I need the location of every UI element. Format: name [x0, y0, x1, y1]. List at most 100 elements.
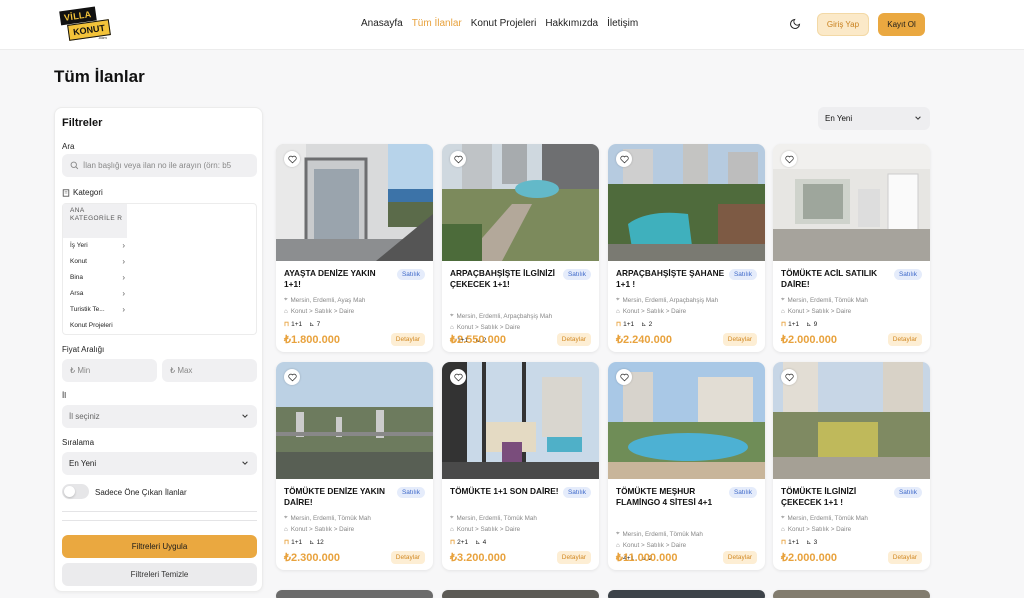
listing-card[interactable]: TÖMÜKTE MEŞHUR FLAMİNGO 4 SİTESİ 4+1 Sat… [608, 362, 765, 570]
listing-card[interactable] [773, 590, 930, 598]
listing-card[interactable]: AYAŞTA DENİZE YAKIN 1+1! Satılık ⌖ Mersin… [276, 144, 433, 352]
sorting-select[interactable]: En Yeni [62, 452, 257, 475]
listing-location: ⌖ Mersin, Erdemli, Tömük Mah [781, 296, 868, 304]
main-nav: Anasayfa Tüm İlanlar Konut Projeleri Hak… [361, 18, 638, 29]
listing-title[interactable]: TÖMÜKTE ACİL SATILIK DAİRE! [781, 268, 891, 290]
details-button[interactable]: Detaylar [556, 551, 591, 564]
room-count: ⊓ 1+1 [781, 320, 799, 328]
chevron-down-icon [242, 461, 248, 465]
floor-count-value: 4 [482, 539, 487, 546]
heart-icon[interactable] [284, 151, 300, 167]
listing-title[interactable]: ARPAÇBAHŞİŞTE İLGİNİZİ ÇEKECEK 1+1! [450, 268, 560, 290]
listing-title[interactable]: TÖMÜKTE 1+1 SON DAİRE! [450, 486, 560, 497]
stairs-icon: ⊾ [309, 321, 315, 328]
status-badge: Satılık [396, 487, 425, 498]
nav-about[interactable]: Hakkımızda [545, 18, 598, 29]
room-count: ⊓ 1+1 [616, 320, 634, 328]
login-button[interactable]: Giriş Yap [817, 13, 869, 36]
details-button[interactable]: Detaylar [887, 551, 922, 564]
listing-card[interactable]: ARPAÇBAHŞİŞTE İLGİNİZİ ÇEKECEK 1+1! Satı… [442, 144, 599, 352]
details-button[interactable]: Detaylar [722, 333, 757, 346]
listing-location: ⌖ Mersin, Erdemli, Arpaçbahşiş Mah [450, 312, 552, 320]
details-button[interactable]: Detaylar [722, 551, 757, 564]
listing-card[interactable]: TÖMÜKTE İLGİNİZİ ÇEKECEK 1+1 ! Satılık ⌖… [773, 362, 930, 570]
nav-home[interactable]: Anasayfa [361, 18, 403, 29]
listing-title[interactable]: TÖMÜKTE DENİZE YAKIN DAİRE! [284, 486, 394, 508]
category-item-land[interactable]: Arsa › [70, 289, 125, 298]
listing-card[interactable] [276, 590, 433, 598]
floor-count: ⊾ 9 [806, 320, 817, 328]
category-item-label: Konut Projeleri [70, 322, 113, 329]
sorting-label: Sıralama [62, 438, 95, 447]
listing-title[interactable]: ARPAÇBAHŞİŞTE ŞAHANE 1+1 ! [616, 268, 726, 290]
heart-icon[interactable] [781, 369, 797, 385]
featured-toggle[interactable] [62, 484, 89, 499]
heart-icon[interactable] [450, 151, 466, 167]
room-count-value: 2+1 [457, 539, 469, 546]
category-item-label: Turistik Te... [70, 306, 105, 313]
listing-card[interactable]: ARPAÇBAHŞİŞTE ŞAHANE 1+1 ! Satılık ⌖ Mers… [608, 144, 765, 352]
sort-select[interactable]: En Yeni [818, 107, 930, 130]
details-button[interactable]: Detaylar [556, 333, 591, 346]
listing-type: ⌂ Konut > Satılık > Daire [781, 526, 851, 533]
nav-all-listings[interactable]: Tüm İlanlar [412, 18, 462, 29]
category-item-housing[interactable]: Konut › [70, 257, 125, 266]
heart-icon[interactable] [284, 369, 300, 385]
apply-filters-button[interactable]: Filtreleri Uygula [62, 535, 257, 558]
city-label: İl [62, 391, 66, 400]
listing-type-text: Konut > Satılık > Daire [787, 308, 852, 315]
floor-count: ⊾ 7 [309, 320, 320, 328]
details-button[interactable]: Detaylar [390, 333, 425, 346]
listing-card[interactable]: TÖMÜKTE ACİL SATILIK DAİRE! Satılık ⌖ Mer… [773, 144, 930, 352]
status-badge: Satılık [893, 487, 922, 498]
site-logo[interactable]: VİLLA KONUT .com [59, 6, 111, 43]
details-button[interactable]: Detaylar [887, 333, 922, 346]
city-select[interactable]: İl seçiniz [62, 405, 257, 428]
listing-type: ⌂ Konut > Satılık > Daire [450, 324, 520, 331]
category-item-label: Arsa [70, 290, 84, 297]
listing-location: ⌖ Mersin, Erdemli, Tömük Mah [284, 514, 371, 522]
listing-title[interactable]: TÖMÜKTE MEŞHUR FLAMİNGO 4 SİTESİ 4+1 [616, 486, 726, 508]
category-item-building[interactable]: Bina › [70, 273, 125, 282]
heart-icon[interactable] [616, 369, 632, 385]
heart-icon[interactable] [450, 369, 466, 385]
listing-type-text: Konut > Satılık > Daire [622, 308, 687, 315]
stairs-icon: ⊾ [641, 321, 647, 328]
listing-card[interactable] [608, 590, 765, 598]
chevron-down-icon [915, 116, 921, 120]
listing-card[interactable]: TÖMÜKTE DENİZE YAKIN DAİRE! Satılık ⌖ Mer… [276, 362, 433, 570]
price-max-input[interactable]: ₺ Max [162, 359, 257, 382]
tag-icon: ⌂ [781, 526, 785, 533]
price-min-input[interactable]: ₺ Min [62, 359, 157, 382]
category-label: Kategori [73, 188, 103, 197]
category-item-business[interactable]: İş Yeri › [70, 241, 125, 250]
listing-price: ₺2.300.000 [284, 552, 340, 564]
listing-location: ⌖ Mersin, Erdemli, Tömük Mah [616, 530, 703, 538]
stairs-icon: ⊾ [475, 539, 481, 546]
chevron-right-icon: › [122, 257, 125, 266]
chevron-right-icon: › [122, 241, 125, 250]
heart-icon[interactable] [616, 151, 632, 167]
category-item-projects[interactable]: Konut Projeleri [70, 322, 125, 329]
moon-icon[interactable] [789, 18, 801, 30]
nav-contact[interactable]: İletişim [607, 18, 638, 29]
tag-icon: ⌂ [781, 308, 785, 315]
filters-panel: Filtreler Ara İlan başlığı veya ilan no … [54, 107, 263, 592]
listing-card[interactable]: TÖMÜKTE 1+1 SON DAİRE! Satılık ⌖ Mersin, … [442, 362, 599, 570]
listing-price: ₺11.000.000 [616, 552, 678, 564]
details-button[interactable]: Detaylar [390, 551, 425, 564]
nav-housing-projects[interactable]: Konut Projeleri [471, 18, 537, 29]
listing-features: ⊓ 1+1 ⊾ 2 [616, 320, 652, 328]
listing-card[interactable] [442, 590, 599, 598]
listing-features: ⊓ 1+1 ⊾ 7 [284, 320, 320, 328]
location-pin-icon: ⌖ [781, 296, 785, 303]
listing-location-text: Mersin, Erdemli, Tömük Mah [456, 514, 537, 522]
listing-title[interactable]: TÖMÜKTE İLGİNİZİ ÇEKECEK 1+1 ! [781, 486, 891, 508]
clear-filters-button[interactable]: Filtreleri Temizle [62, 563, 257, 586]
location-pin-icon: ⌖ [781, 514, 785, 521]
register-button[interactable]: Kayıt Ol [878, 13, 925, 36]
category-item-touristic[interactable]: Turistik Te... › [70, 305, 125, 314]
heart-icon[interactable] [781, 151, 797, 167]
listing-title[interactable]: AYAŞTA DENİZE YAKIN 1+1! [284, 268, 394, 290]
search-input[interactable]: İlan başlığı veya ilan no ile arayın (ör… [62, 154, 257, 177]
